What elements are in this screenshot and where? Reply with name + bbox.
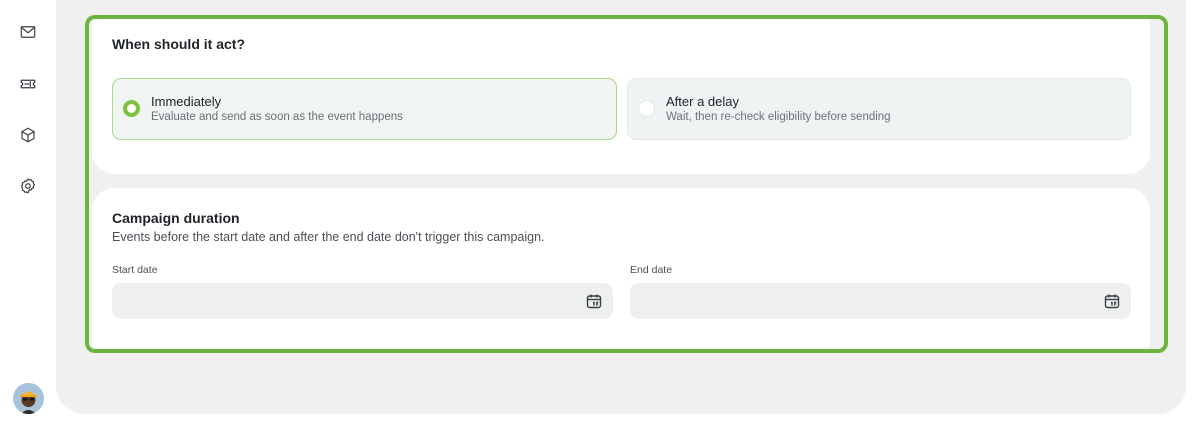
settings-icon[interactable] [17,175,39,197]
cube-icon[interactable] [17,124,39,146]
app-frame: When should it act? Immediately Evaluate… [0,0,1200,428]
mail-icon[interactable] [17,21,39,43]
ticket-icon[interactable] [17,73,39,95]
user-avatar[interactable] [13,383,44,414]
avatar-image [13,383,44,414]
sidebar [0,0,56,428]
focus-highlight [85,15,1168,353]
